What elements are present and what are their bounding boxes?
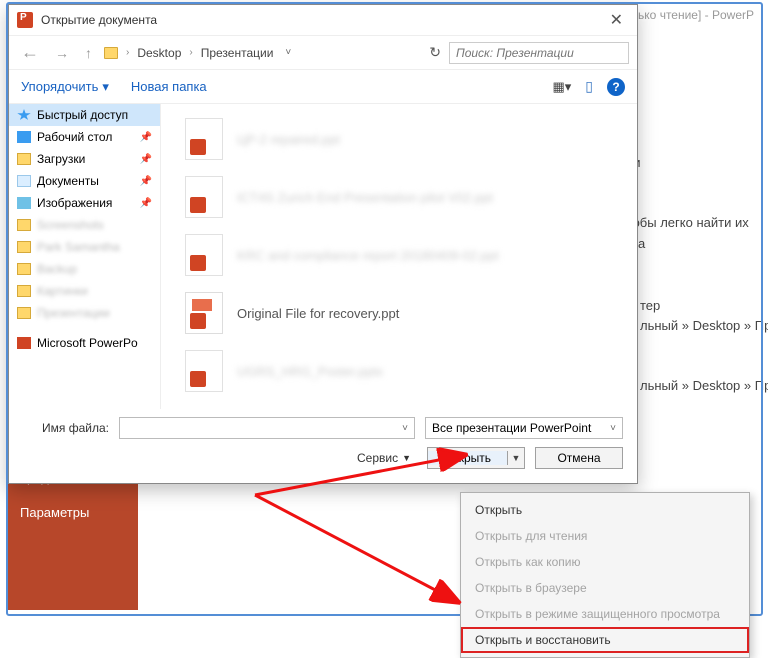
cancel-button[interactable]: Отмена bbox=[535, 447, 623, 469]
menu-open-protected: Открыть в режиме защищенного просмотра bbox=[461, 601, 749, 627]
tree-folder[interactable]: Backup bbox=[9, 258, 160, 280]
open-dropdown-button[interactable]: ▼ bbox=[508, 453, 524, 463]
pin-icon: 📌 bbox=[140, 132, 152, 143]
file-list: ЦР-2 repaired.ppt ICT4S Zurich End Prese… bbox=[161, 104, 637, 409]
file-item[interactable]: ЦР-2 repaired.ppt bbox=[161, 110, 637, 168]
back-button[interactable]: ← bbox=[17, 40, 43, 65]
tree-folder[interactable]: Screenshots bbox=[9, 214, 160, 236]
toolbar: Упорядочить ▾ Новая папка ▦▾ ▯ ? bbox=[9, 69, 637, 103]
menu-open[interactable]: Открыть bbox=[461, 497, 749, 523]
bg-path-header: тер bbox=[640, 298, 660, 313]
chevron-right-icon: › bbox=[126, 47, 129, 58]
open-split-button[interactable]: Открыть ▼ bbox=[427, 447, 525, 469]
chevron-down-icon: ▾ bbox=[102, 79, 109, 95]
backstage-item[interactable]: Параметры bbox=[8, 495, 138, 530]
menu-open-copy: Открыть как копию bbox=[461, 549, 749, 575]
pin-icon: 📌 bbox=[140, 198, 152, 209]
address-bar[interactable]: › Desktop › Презентации ˅ bbox=[104, 46, 421, 60]
close-button[interactable]: ✕ bbox=[604, 8, 629, 32]
refresh-button[interactable]: ↻ bbox=[429, 44, 441, 61]
open-dropdown-menu: Открыть Открыть для чтения Открыть как к… bbox=[460, 492, 750, 658]
view-button[interactable]: ▦▾ bbox=[552, 79, 571, 95]
filetype-combo[interactable]: Все презентации PowerPoint˅ bbox=[425, 417, 623, 439]
menu-open-browser: Открыть в браузере bbox=[461, 575, 749, 601]
chevron-right-icon: › bbox=[189, 47, 192, 58]
new-folder-button[interactable]: Новая папка bbox=[131, 79, 207, 94]
search-input[interactable] bbox=[456, 46, 622, 60]
titlebar: Открытие документа ✕ bbox=[9, 5, 637, 35]
tree-folder[interactable]: Презентации bbox=[9, 302, 160, 324]
dialog-footer: Имя файла: ˅ Все презентации PowerPoint˅… bbox=[9, 409, 637, 483]
dialog-title: Открытие документа bbox=[41, 13, 157, 27]
folder-icon bbox=[104, 47, 118, 59]
service-button[interactable]: Сервис ▼ bbox=[357, 451, 411, 465]
open-file-dialog: Открытие документа ✕ ← → ↑ › Desktop › П… bbox=[8, 4, 638, 484]
navbar: ← → ↑ › Desktop › Презентации ˅ ↻ bbox=[9, 35, 637, 69]
breadcrumb-segment[interactable]: Презентации bbox=[201, 46, 274, 60]
tree-desktop[interactable]: Рабочий стол📌 bbox=[9, 126, 160, 148]
organize-button[interactable]: Упорядочить ▾ bbox=[21, 79, 109, 95]
breadcrumb-segment[interactable]: Desktop bbox=[137, 46, 181, 60]
tree-pictures[interactable]: Изображения📌 bbox=[9, 192, 160, 214]
forward-button[interactable]: → bbox=[51, 43, 73, 63]
filename-label: Имя файла: bbox=[23, 421, 109, 435]
chevron-down-icon[interactable]: ˅ bbox=[610, 423, 616, 434]
chevron-down-icon[interactable]: ˅ bbox=[402, 423, 408, 434]
nav-tree: Быстрый доступ Рабочий стол📌 Загрузки📌 Д… bbox=[9, 104, 161, 409]
file-item[interactable]: ICT4S Zurich End Presentation pilot V02.… bbox=[161, 168, 637, 226]
powerpoint-icon bbox=[17, 12, 33, 28]
preview-pane-button[interactable]: ▯ bbox=[585, 78, 593, 95]
tree-powerpoint[interactable]: Microsoft PowerPo bbox=[9, 332, 160, 354]
pin-icon: 📌 bbox=[140, 154, 152, 165]
bg-panel-text: чтобы легко найти ихи на bbox=[620, 215, 749, 257]
file-item[interactable]: KRC and compliance report 20180409-02.pp… bbox=[161, 226, 637, 284]
open-button[interactable]: Открыть bbox=[428, 451, 508, 465]
file-item-selected[interactable]: Original File for recovery.ppt bbox=[161, 284, 637, 342]
up-button[interactable]: ↑ bbox=[81, 43, 96, 63]
menu-open-readonly: Открыть для чтения bbox=[461, 523, 749, 549]
search-box[interactable] bbox=[449, 42, 629, 64]
address-dropdown-icon[interactable]: ˅ bbox=[285, 47, 291, 58]
tree-documents[interactable]: Документы📌 bbox=[9, 170, 160, 192]
filename-input[interactable]: ˅ bbox=[119, 417, 415, 439]
tree-downloads[interactable]: Загрузки📌 bbox=[9, 148, 160, 170]
bg-recent-path[interactable]: льный » Desktop » Пр bbox=[640, 378, 768, 393]
tree-folder[interactable]: Картинки bbox=[9, 280, 160, 302]
file-item[interactable]: UGRS_HRG_Poster.pptx bbox=[161, 342, 637, 400]
bg-recent-path[interactable]: льный » Desktop » Пр bbox=[640, 318, 768, 333]
tree-folder[interactable]: Park Samantha bbox=[9, 236, 160, 258]
bg-title-fragment: ько чтение] - PowerP bbox=[638, 8, 754, 22]
menu-open-and-repair[interactable]: Открыть и восстановить bbox=[461, 627, 749, 653]
help-button[interactable]: ? bbox=[607, 78, 625, 96]
pin-icon: 📌 bbox=[140, 176, 152, 187]
tree-quick-access[interactable]: Быстрый доступ bbox=[9, 104, 160, 126]
